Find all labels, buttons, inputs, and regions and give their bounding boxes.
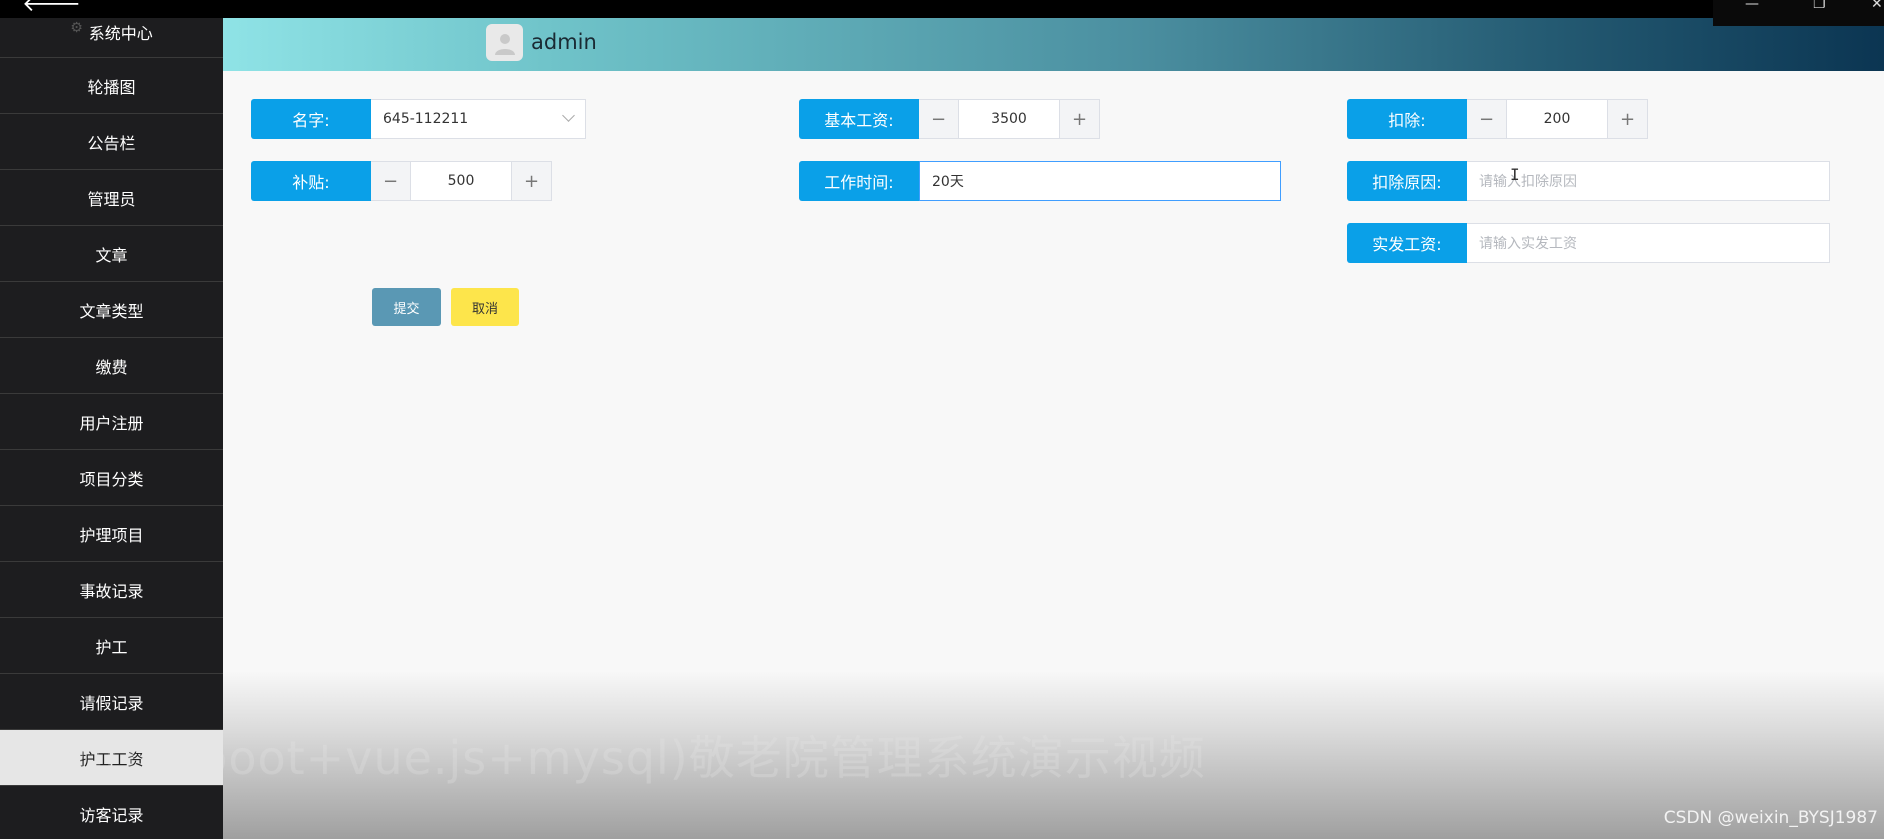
text-cursor-icon: I xyxy=(1510,165,1520,184)
sidebar-item-label: 访客记录 xyxy=(79,805,144,825)
deduction-input[interactable]: 200 xyxy=(1507,100,1607,138)
subsidy-label: 补贴: xyxy=(251,161,371,201)
user-icon xyxy=(494,33,515,55)
base-salary-decrease-button[interactable]: − xyxy=(919,100,959,138)
subsidy-increase-button[interactable]: + xyxy=(511,162,551,200)
cancel-button[interactable]: 取消 xyxy=(451,288,519,326)
name-select[interactable]: 645-112211 xyxy=(371,99,586,139)
deduction-stepper: − 200 + xyxy=(1467,99,1648,139)
video-title-watermark: (springboot+vue.js+mysql)敬老院管理系统演示视频 xyxy=(30,731,1206,785)
avatar[interactable] xyxy=(486,24,523,61)
name-label: 名字: xyxy=(251,99,371,139)
sidebar-item-label: 请假记录 xyxy=(79,693,144,713)
sidebar-item-label: 护工 xyxy=(95,637,128,657)
name-select-value: 645-112211 xyxy=(383,111,469,127)
sidebar-item-label: 缴费 xyxy=(95,357,128,377)
sidebar-item-user-registration[interactable]: 用户注册 xyxy=(0,394,223,450)
subsidy-input[interactable]: 500 xyxy=(411,162,511,200)
sidebar-item-label: 用户注册 xyxy=(79,413,144,433)
window-chrome: 🡐 — ❐ ✕ xyxy=(0,0,1884,26)
submit-button[interactable]: 提交 xyxy=(372,288,441,326)
work-time-label: 工作时间: xyxy=(799,161,919,201)
sidebar-item-label: 护理项目 xyxy=(79,525,144,545)
subsidy-decrease-button[interactable]: − xyxy=(371,162,411,200)
deduction-decrease-button[interactable]: − xyxy=(1467,100,1507,138)
work-time-field: 工作时间: 20天 xyxy=(799,161,1281,201)
username[interactable]: admin xyxy=(531,30,597,54)
deduction-reason-field: 扣除原因: 请输入扣除原因 xyxy=(1347,161,1830,201)
sidebar-item-payment[interactable]: 缴费 xyxy=(0,338,223,394)
base-salary-stepper: − 3500 + xyxy=(919,99,1100,139)
sidebar-item-accident-record[interactable]: 事故记录 xyxy=(0,562,223,618)
sidebar-item-label: 文章类型 xyxy=(79,301,144,321)
minimize-icon[interactable]: — xyxy=(1745,0,1759,12)
sidebar-item-carousel[interactable]: 轮播图 xyxy=(0,58,223,114)
base-salary-label: 基本工资: xyxy=(799,99,919,139)
deduction-field: 扣除: − 200 + xyxy=(1347,99,1648,139)
sidebar-item-admin[interactable]: 管理员 xyxy=(0,170,223,226)
base-salary-increase-button[interactable]: + xyxy=(1059,100,1099,138)
restore-icon[interactable]: ❐ xyxy=(1813,0,1826,12)
deduction-reason-input[interactable]: 请输入扣除原因 xyxy=(1467,161,1830,201)
sidebar-item-bulletin[interactable]: 公告栏 xyxy=(0,114,223,170)
base-salary-field: 基本工资: − 3500 + xyxy=(799,99,1100,139)
close-icon[interactable]: ✕ xyxy=(1871,0,1883,12)
name-field: 名字: 645-112211 xyxy=(251,99,586,139)
sidebar-item-nursing-project[interactable]: 护理项目 xyxy=(0,506,223,562)
chevron-down-icon xyxy=(562,109,575,122)
subsidy-stepper: − 500 + xyxy=(371,161,552,201)
sidebar-item-article-type[interactable]: 文章类型 xyxy=(0,282,223,338)
sidebar-item-caregiver[interactable]: 护工 xyxy=(0,618,223,674)
window-controls: — ❐ ✕ xyxy=(1713,0,1884,26)
base-salary-input[interactable]: 3500 xyxy=(959,100,1059,138)
sidebar-item-label: 公告栏 xyxy=(87,133,136,153)
sidebar-item-label: 项目分类 xyxy=(79,469,144,489)
sidebar-item-visitor-record[interactable]: 访客记录 xyxy=(0,786,223,839)
sidebar-item-label: 系统中心 xyxy=(88,24,153,43)
sidebar-item-label: 轮播图 xyxy=(87,77,136,97)
sidebar-item-label: 管理员 xyxy=(87,189,136,209)
sidebar-item-label: 文章 xyxy=(95,245,128,265)
actual-salary-input[interactable]: 请输入实发工资 xyxy=(1467,223,1830,263)
sidebar: ⚙ 系统中心 轮播图 公告栏 管理员 文章 文章类型 缴费 用户注册 项目分类 … xyxy=(0,18,223,839)
subsidy-field: 补贴: − 500 + xyxy=(251,161,552,201)
actual-salary-field: 实发工资: 请输入实发工资 xyxy=(1347,223,1830,263)
back-arrow-icon[interactable]: 🡐 xyxy=(22,0,81,16)
work-time-input[interactable]: 20天 xyxy=(919,161,1281,201)
deduction-label: 扣除: xyxy=(1347,99,1467,139)
sidebar-item-article[interactable]: 文章 xyxy=(0,226,223,282)
gear-icon: ⚙ xyxy=(70,20,83,36)
top-header: admin xyxy=(223,18,1884,71)
deduction-reason-label: 扣除原因: xyxy=(1347,161,1467,201)
csdn-watermark: CSDN @weixin_BYSJ1987 xyxy=(1663,808,1878,828)
deduction-increase-button[interactable]: + xyxy=(1607,100,1647,138)
actual-salary-label: 实发工资: xyxy=(1347,223,1467,263)
sidebar-item-system-center[interactable]: ⚙ 系统中心 xyxy=(0,18,223,58)
sidebar-item-label: 事故记录 xyxy=(79,581,144,601)
sidebar-item-project-category[interactable]: 项目分类 xyxy=(0,450,223,506)
